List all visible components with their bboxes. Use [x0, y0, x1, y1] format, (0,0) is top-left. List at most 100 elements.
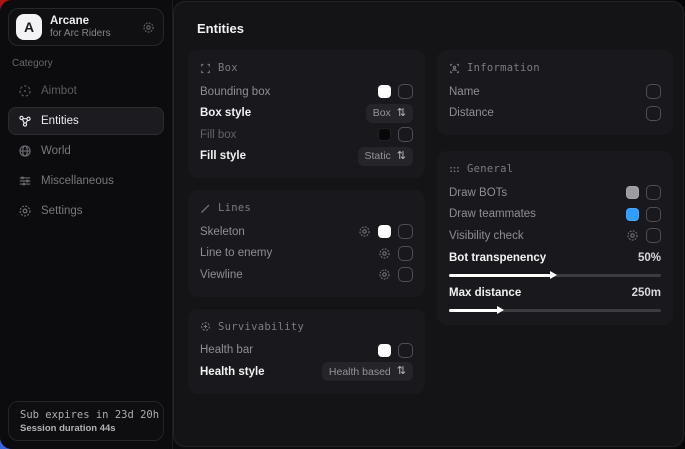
row-label: Bot transpenency [449, 252, 546, 264]
updown-caret-icon: ⇅ [397, 366, 406, 377]
row-label: Fill style [200, 150, 246, 162]
row-label: Viewline [200, 269, 243, 281]
panel-box: Box Bounding box Box style Box ⇅ [188, 50, 425, 178]
row-health-style: Health style Health based ⇅ [200, 361, 413, 383]
skeleton-config-gear-icon[interactable] [358, 225, 371, 238]
updown-caret-icon: ⇅ [397, 108, 406, 119]
gear-icon [18, 204, 32, 218]
row-viewline: Viewline [200, 264, 413, 286]
color-swatch[interactable] [378, 128, 391, 141]
slider-value: 250m [632, 287, 661, 299]
row-label: Distance [449, 107, 494, 119]
sidebar-item-miscellaneous[interactable]: Miscellaneous [8, 167, 164, 195]
select-value: Box [373, 107, 391, 119]
sidebar-item-entities[interactable]: Entities [8, 107, 164, 135]
row-visibility-check: Visibility check [449, 225, 661, 247]
row-draw-bots: Draw BOTs [449, 182, 661, 204]
visibility-config-gear-icon[interactable] [626, 229, 639, 242]
app-settings-gear-icon[interactable] [142, 21, 155, 34]
fill-box-checkbox[interactable] [398, 127, 413, 142]
panel-general: General Draw BOTs Draw teammates [437, 151, 673, 325]
color-swatch[interactable] [378, 344, 391, 357]
session-duration-text: Session duration 44s [20, 423, 152, 434]
sidebar-menu: Aimbot Entities World [0, 77, 172, 225]
row-label: Visibility check [449, 230, 524, 242]
sidebar-item-label: World [41, 145, 71, 157]
select-value: Static [365, 150, 391, 162]
sliders-icon [18, 174, 32, 188]
color-swatch[interactable] [378, 85, 391, 98]
panel-title: Survivability [218, 321, 304, 333]
page-title: Entities [174, 2, 683, 36]
bot-transparency-group: Bot transpenency 50% [449, 249, 661, 277]
survivability-icon [200, 321, 211, 332]
sidebar-item-label: Entities [41, 115, 79, 127]
panel-lines: Lines Skeleton [188, 190, 425, 297]
row-label: Max distance [449, 287, 521, 299]
row-fill-style: Fill style Static ⇅ [200, 146, 413, 168]
row-label: Fill box [200, 129, 236, 141]
sidebar-item-world[interactable]: World [8, 137, 164, 165]
row-line-to-enemy: Line to enemy [200, 243, 413, 265]
line-to-enemy-config-gear-icon[interactable] [378, 247, 391, 260]
bot-transparency-slider[interactable] [449, 274, 661, 277]
distance-checkbox[interactable] [646, 106, 661, 121]
viewline-config-gear-icon[interactable] [378, 268, 391, 281]
box-style-select[interactable]: Box ⇅ [366, 104, 413, 123]
row-skeleton: Skeleton [200, 221, 413, 243]
crosshair-icon [18, 84, 32, 98]
row-label: Name [449, 86, 480, 98]
bounding-box-checkbox[interactable] [398, 84, 413, 99]
name-checkbox[interactable] [646, 84, 661, 99]
globe-icon [18, 144, 32, 158]
information-icon [449, 63, 460, 74]
slider-thumb[interactable] [497, 306, 504, 314]
row-label: Draw teammates [449, 208, 536, 220]
category-label: Category [12, 58, 160, 69]
panel-survivability: Survivability Health bar Health style He… [188, 309, 425, 394]
visibility-check-checkbox[interactable] [646, 228, 661, 243]
color-swatch[interactable] [626, 186, 639, 199]
row-name: Name [449, 81, 661, 103]
fill-style-select[interactable]: Static ⇅ [358, 147, 413, 166]
row-label: Bounding box [200, 86, 270, 98]
color-swatch[interactable] [378, 225, 391, 238]
slider-value: 50% [638, 252, 661, 264]
panel-information: Information Name Distance [437, 50, 673, 135]
row-label: Draw BOTs [449, 187, 507, 199]
subscription-card: Sub expires in 23d 20h Session duration … [8, 401, 164, 441]
sidebar-item-label: Aimbot [41, 85, 77, 97]
draw-teammates-checkbox[interactable] [646, 207, 661, 222]
row-label: Health bar [200, 344, 253, 356]
viewline-checkbox[interactable] [398, 267, 413, 282]
updown-caret-icon: ⇅ [397, 151, 406, 162]
app-window: A Arcane for Arc Riders Category Aimbot [0, 0, 685, 449]
sidebar: A Arcane for Arc Riders Category Aimbot [0, 0, 173, 449]
entities-nodes-icon [18, 114, 32, 128]
row-bounding-box: Bounding box [200, 81, 413, 103]
app-logo-card: A Arcane for Arc Riders [8, 8, 164, 46]
health-bar-checkbox[interactable] [398, 343, 413, 358]
skeleton-checkbox[interactable] [398, 224, 413, 239]
health-style-select[interactable]: Health based ⇅ [322, 362, 413, 381]
panel-title: Box [218, 62, 238, 74]
row-label: Box style [200, 107, 251, 119]
max-distance-group: Max distance 250m [449, 284, 661, 312]
sidebar-item-aimbot[interactable]: Aimbot [8, 77, 164, 105]
panel-title: Lines [218, 202, 251, 214]
row-label: Skeleton [200, 226, 245, 238]
slider-thumb[interactable] [550, 271, 557, 279]
app-subtitle: for Arc Riders [50, 28, 111, 40]
draw-bots-checkbox[interactable] [646, 185, 661, 200]
line-to-enemy-checkbox[interactable] [398, 246, 413, 261]
max-distance-slider[interactable] [449, 309, 661, 312]
row-label: Line to enemy [200, 247, 272, 259]
panel-title: Information [467, 62, 540, 74]
app-logo: A [16, 14, 42, 40]
sidebar-item-label: Settings [41, 205, 83, 217]
select-value: Health based [329, 366, 391, 378]
sidebar-item-label: Miscellaneous [41, 175, 114, 187]
color-swatch[interactable] [626, 208, 639, 221]
sidebar-item-settings[interactable]: Settings [8, 197, 164, 225]
panel-title: General [467, 163, 513, 175]
